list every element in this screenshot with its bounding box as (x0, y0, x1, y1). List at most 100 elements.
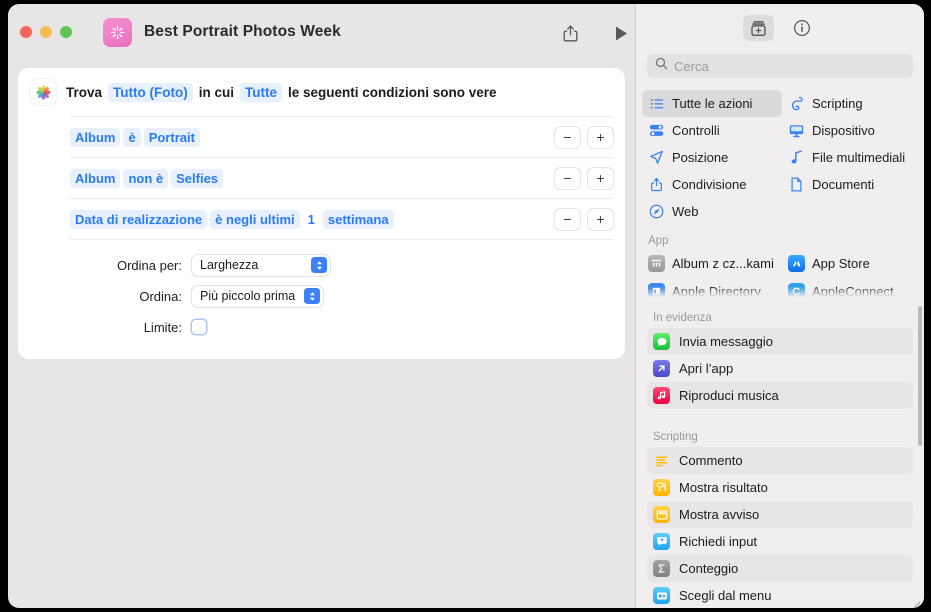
music-note-icon (788, 150, 805, 165)
action-item-label: Commento (679, 453, 743, 468)
limit-row: Limite: (70, 312, 613, 342)
panel-scrollbar[interactable] (918, 306, 922, 602)
category-scroll-region[interactable]: Tutte le azioni Scripting (636, 90, 924, 300)
category-condivisione[interactable]: Condivisione (642, 171, 782, 198)
app-item[interactable]: Album z cz...kami (642, 249, 782, 277)
info-circle-icon[interactable] (786, 15, 817, 41)
minimize-button[interactable] (40, 26, 52, 38)
category-label: Web (672, 204, 699, 219)
search-icon (655, 57, 668, 75)
action-item-label: Apri l’app (679, 361, 733, 376)
condition-row-buttons: − + (555, 168, 613, 189)
condition-tokens: Album è Portrait (70, 128, 200, 147)
match-mode-token[interactable]: Tutte (240, 83, 282, 102)
show-alert-icon (653, 506, 670, 523)
app-store-icon (788, 255, 805, 272)
category-label: File multimediali (812, 150, 905, 165)
action-item-invia-messaggio[interactable]: Invia messaggio (647, 328, 913, 355)
category-grid: Tutte le azioni Scripting (636, 90, 924, 300)
action-item-apri-lapp[interactable]: Apri l’app (647, 355, 913, 382)
display-icon (788, 124, 805, 138)
app-item[interactable]: App Store (782, 249, 924, 277)
category-web[interactable]: Web (642, 198, 782, 225)
sort-by-row: Ordina per: Larghezza (70, 250, 613, 280)
category-tutte-le-azioni[interactable]: Tutte le azioni (642, 90, 782, 117)
condition-row-buttons: − + (555, 209, 613, 230)
category-posizione[interactable]: Posizione (642, 144, 782, 171)
panel-toolbar (636, 4, 924, 52)
category-label: Posizione (672, 150, 728, 165)
order-label: Ordina: (70, 289, 192, 304)
action-library-icon[interactable] (743, 15, 774, 41)
remove-condition-button[interactable]: − (555, 127, 580, 148)
add-condition-button[interactable]: + (588, 168, 613, 189)
action-list-region[interactable]: In evidenza Invia messaggio (636, 304, 924, 608)
action-item-label: Mostra avviso (679, 507, 759, 522)
action-item-label: Riproduci musica (679, 388, 779, 403)
category-label: Condivisione (672, 177, 746, 192)
condition-value[interactable]: Selfies (171, 169, 223, 188)
action-header-text: Trova Tutto (Foto) in cui Tutte le segue… (66, 83, 503, 102)
screenshot-root: Best Portrait Photos Week (0, 0, 931, 612)
close-button[interactable] (20, 26, 32, 38)
count-sigma-icon (653, 560, 670, 577)
header-connector: in cui (199, 85, 234, 100)
play-icon[interactable] (608, 20, 634, 46)
search-input[interactable] (674, 59, 905, 74)
action-header: Trova Tutto (Foto) in cui Tutte le segue… (18, 68, 625, 116)
action-verb: Trova (66, 85, 102, 100)
condition-row: Album è Portrait − + (70, 116, 613, 157)
condition-value[interactable]: Portrait (144, 128, 200, 147)
category-label: Documenti (812, 177, 874, 192)
condition-field[interactable]: Data di realizzazione (70, 210, 207, 229)
scroll-fade (636, 286, 924, 300)
condition-operator[interactable]: è negli ultimi (210, 210, 299, 229)
chevron-updown-icon (304, 288, 320, 304)
action-item-scegli-dal-menu[interactable]: Scegli dal menu (647, 582, 913, 608)
app-item-label: Album z cz...kami (672, 256, 774, 271)
remove-condition-button[interactable]: − (555, 168, 580, 189)
action-item-richiedi-input[interactable]: Richiedi input (647, 528, 913, 555)
condition-operator[interactable]: è (123, 128, 140, 147)
scripting-icon (788, 96, 805, 111)
action-item-mostra-risultato[interactable]: Mostra risultato (647, 474, 913, 501)
action-item-label: Conteggio (679, 561, 738, 576)
shortcuts-window: Best Portrait Photos Week (8, 4, 924, 608)
category-documenti[interactable]: Documenti (782, 171, 924, 198)
order-select[interactable]: Più piccolo prima (192, 286, 323, 307)
header-suffix: le seguenti condizioni sono vere (288, 85, 497, 100)
search-field[interactable] (647, 54, 913, 78)
document-icon (788, 177, 805, 192)
sort-by-label: Ordina per: (70, 258, 192, 273)
window-resize-handle[interactable] (911, 596, 921, 606)
category-controlli[interactable]: Controlli (642, 117, 782, 144)
action-item-riproduci-musica[interactable]: Riproduci musica (647, 382, 913, 409)
limit-label: Limite: (70, 320, 192, 335)
share-icon (648, 177, 665, 192)
condition-row-buttons: − + (555, 127, 613, 148)
category-file-multimediali[interactable]: File multimediali (782, 144, 924, 171)
location-arrow-icon (648, 150, 665, 165)
action-item-conteggio[interactable]: Conteggio (647, 555, 913, 582)
condition-operator[interactable]: non è (123, 169, 168, 188)
add-condition-button[interactable]: + (588, 127, 613, 148)
share-icon[interactable] (557, 20, 583, 46)
category-label: Tutte le azioni (672, 96, 752, 111)
action-item-label: Invia messaggio (679, 334, 773, 349)
limit-checkbox[interactable] (192, 320, 206, 334)
scrollbar-thumb[interactable] (918, 306, 922, 446)
action-item-commento[interactable]: Commento (647, 447, 913, 474)
condition-unit[interactable]: settimana (323, 210, 394, 229)
category-dispositivo[interactable]: Dispositivo (782, 117, 924, 144)
sort-by-select[interactable]: Larghezza (192, 255, 330, 276)
action-item-mostra-avviso[interactable]: Mostra avviso (647, 501, 913, 528)
zoom-button[interactable] (60, 26, 72, 38)
category-scripting[interactable]: Scripting (782, 90, 924, 117)
condition-field[interactable]: Album (70, 169, 120, 188)
remove-condition-button[interactable]: − (555, 209, 580, 230)
condition-field[interactable]: Album (70, 128, 120, 147)
add-condition-button[interactable]: + (588, 209, 613, 230)
comment-icon (653, 452, 670, 469)
condition-count[interactable]: 1 (303, 210, 320, 229)
content-type-token[interactable]: Tutto (Foto) (108, 83, 193, 102)
